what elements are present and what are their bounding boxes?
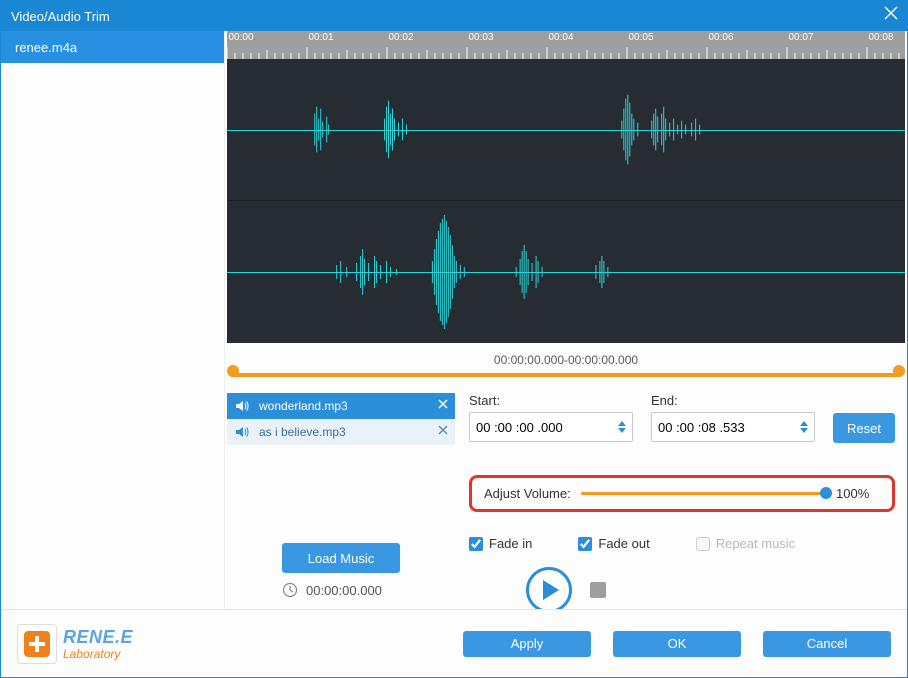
ruler-tick-label: 00:06 [708,32,733,43]
adjust-volume-label: Adjust Volume: [484,486,571,501]
music-name: as i believe.mp3 [259,425,346,439]
load-music-button[interactable]: Load Music [282,543,400,573]
end-time-input[interactable]: 00 :00 :08 .533 [651,412,815,442]
ruler-tick-label: 00:08 [868,32,893,43]
fade-in-label: Fade in [489,536,532,551]
ruler-tick-label: 00:04 [548,32,573,43]
end-label: End: [651,393,815,408]
timeline-ruler[interactable]: 00:00 00:01 00:02 00:03 00:04 00:05 00:06 00:07… [227,31,905,59]
trim-end-handle[interactable] [893,365,905,377]
music-name: wonderland.mp3 [259,399,348,413]
play-icon [543,580,559,600]
ruler-ticks [227,47,907,59]
play-button[interactable] [526,567,572,613]
music-item[interactable]: wonderland.mp3 [227,393,455,419]
ruler-tick-label: 00:07 [788,32,813,43]
window-title: Video/Audio Trim [11,9,110,24]
file-item[interactable]: renee.m4a [1,31,224,63]
speaker-icon [235,399,249,413]
close-button[interactable] [883,5,899,24]
close-icon [437,398,449,410]
brand-name: RENE.E [63,628,133,646]
ruler-tick-label: 00:05 [628,32,653,43]
volume-value: 100% [836,486,880,501]
brand-logo: RENE.E Laboratory [17,624,133,664]
start-label: Start: [469,393,633,408]
fade-out-input[interactable] [578,537,592,551]
remove-music-button[interactable] [437,398,449,413]
volume-slider[interactable] [581,492,826,495]
brand-sub: Laboratory [63,648,133,660]
ruler-tick-label: 00:02 [388,32,413,43]
fade-out-checkbox[interactable]: Fade out [578,536,649,551]
title-bar: Video/Audio Trim [1,1,907,31]
repeat-music-checkbox[interactable]: Repeat music [696,536,795,551]
chevron-up-icon[interactable] [618,421,626,426]
trim-track[interactable] [231,373,901,377]
end-spinner[interactable] [800,421,808,433]
fade-in-checkbox[interactable]: Fade in [469,536,532,551]
start-time-value: 00 :00 :00 .000 [476,420,563,435]
fade-out-label: Fade out [598,536,649,551]
fade-in-input[interactable] [469,537,483,551]
apply-button[interactable]: Apply [463,631,591,657]
trim-start-handle[interactable] [227,365,239,377]
waveform-display[interactable] [227,59,905,343]
chevron-down-icon[interactable] [800,428,808,433]
file-sidebar: renee.m4a [1,31,225,609]
close-icon [883,5,899,21]
music-item[interactable]: as i believe.mp3 [227,419,455,445]
start-time-input[interactable]: 00 :00 :00 .000 [469,412,633,442]
close-icon [437,424,449,436]
trim-range-label: 00:00:00.000-00:00:00.000 [227,353,905,367]
chevron-up-icon[interactable] [800,421,808,426]
cancel-button[interactable]: Cancel [763,631,891,657]
remove-music-button[interactable] [437,424,449,439]
waveform-channel-right [227,201,905,343]
file-name: renee.m4a [15,40,77,55]
clock-icon [282,582,298,598]
main-panel: 00:00 00:01 00:02 00:03 00:04 00:05 00:06 00:07… [225,31,907,609]
adjust-volume-box: Adjust Volume: 100% [469,475,895,512]
ruler-tick-label: 00:00 [228,32,253,43]
ruler-tick-label: 00:01 [308,32,333,43]
speaker-icon [235,425,249,439]
volume-thumb[interactable] [820,487,832,499]
stop-button[interactable] [590,582,606,598]
end-time-value: 00 :00 :08 .533 [658,420,745,435]
logo-badge-icon [17,624,57,664]
ruler-tick-label: 00:03 [468,32,493,43]
playback-time: 00:00:00.000 [306,583,382,598]
ok-button[interactable]: OK [613,631,741,657]
reset-button[interactable]: Reset [833,413,895,443]
repeat-music-label: Repeat music [716,536,795,551]
waveform-channel-left [227,59,905,201]
start-spinner[interactable] [618,421,626,433]
playback-controls: 00:00:00.000 [224,570,908,610]
bottom-bar: RENE.E Laboratory Apply OK Cancel [1,609,907,677]
repeat-music-input[interactable] [696,537,710,551]
chevron-down-icon[interactable] [618,428,626,433]
